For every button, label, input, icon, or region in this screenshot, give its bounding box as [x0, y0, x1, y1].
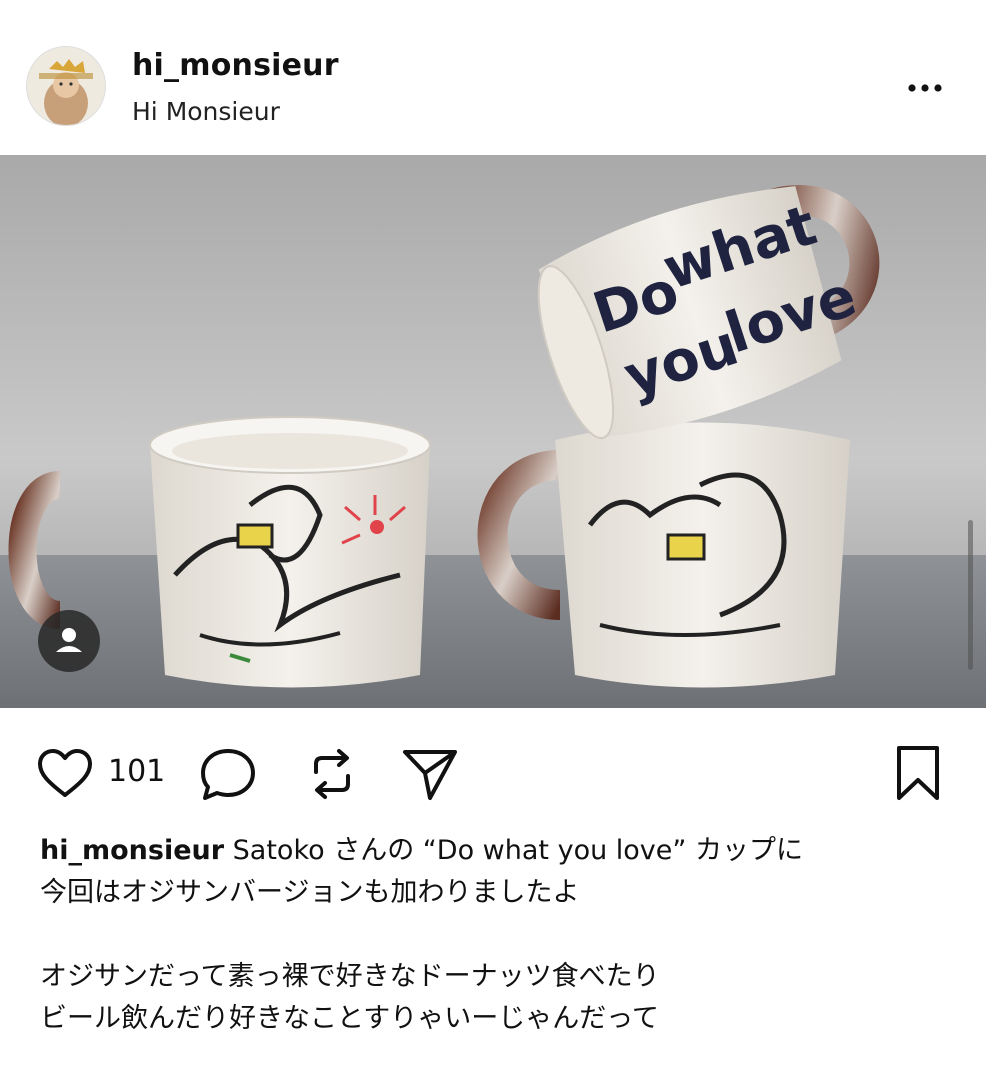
like-count[interactable]: 101: [108, 754, 165, 789]
send-icon[interactable]: [400, 746, 460, 806]
caption-gap: [40, 914, 960, 956]
post-subtitle: Hi Monsieur: [132, 97, 280, 126]
comment-icon[interactable]: [198, 746, 258, 806]
avatar-image: [27, 47, 105, 125]
post-caption: hi_monsieur Satoko さんの “Do what you love…: [40, 830, 960, 1040]
bookmark-icon[interactable]: [893, 744, 943, 806]
caption-text-1: Satoko さんの “Do what you love” カップに: [232, 835, 803, 866]
instagram-post: hi_monsieur Hi Monsieur Do what you love…: [0, 0, 986, 1080]
post-username[interactable]: hi_monsieur: [132, 48, 339, 83]
more-options-icon[interactable]: [898, 72, 952, 102]
repost-icon[interactable]: [304, 746, 360, 806]
caption-username[interactable]: hi_monsieur: [40, 835, 224, 866]
caption-line-2: 今回はオジサンバージョンも加わりましたよ: [40, 877, 580, 908]
mugs-photo: Do what you love: [0, 155, 986, 708]
scrollbar[interactable]: [968, 520, 973, 670]
caption-line-4: ビール飲んだり好きなことすりゃいーじゃんだって: [40, 1003, 659, 1034]
action-bar: 101: [0, 708, 986, 828]
post-photo[interactable]: Do what you love: [0, 155, 986, 708]
heart-icon[interactable]: [36, 748, 94, 804]
person-tag-icon[interactable]: [38, 610, 100, 672]
post-header: hi_monsieur Hi Monsieur: [0, 0, 986, 155]
caption-line-3: オジサンだって素っ裸で好きなドーナッツ食べたり: [40, 961, 660, 992]
caption-line-1: hi_monsieur Satoko さんの “Do what you love…: [40, 830, 960, 872]
avatar[interactable]: [26, 46, 106, 126]
